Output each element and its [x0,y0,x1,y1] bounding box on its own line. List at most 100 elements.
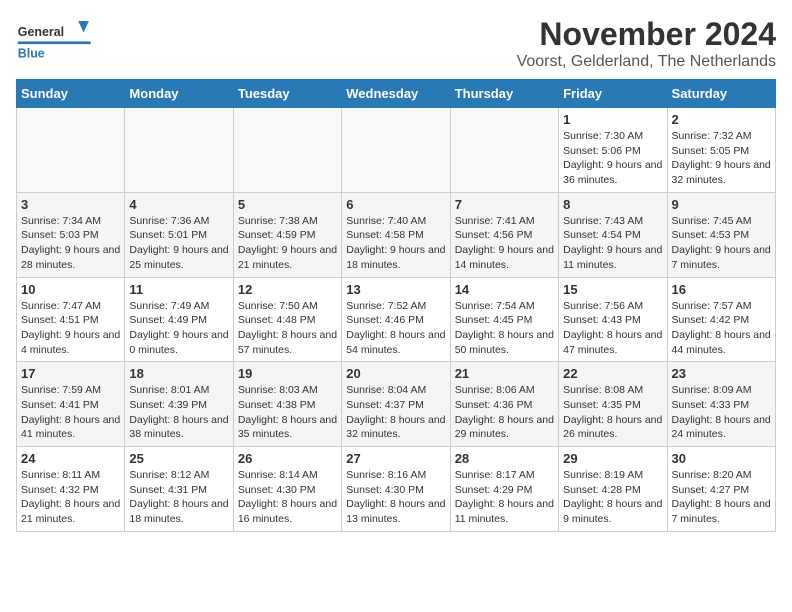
calendar-day-cell: 15Sunrise: 7:56 AM Sunset: 4:43 PM Dayli… [559,277,667,362]
day-number: 11 [129,282,228,297]
calendar-day-cell: 16 Sunrise: 7:57 AM Sunset: 4:42 PM Dayli… [667,277,775,362]
calendar-day-cell: 24Sunrise: 8:11 AM Sunset: 4:32 PM Dayli… [17,447,125,532]
calendar-day-cell: 27 Sunrise: 8:16 AM Sunset: 4:30 PM Dayli… [342,447,450,532]
day-info: Sunrise: 7:32 AM Sunset: 5:05 PM Dayligh… [672,129,771,188]
page-header: General Blue November 2024 Voorst, Gelde… [16,16,776,71]
title-section: November 2024 Voorst, Gelderland, The Ne… [517,16,776,71]
day-info: Sunrise: 7:43 AM Sunset: 4:54 PM Dayligh… [563,214,662,273]
logo: General Blue [16,16,96,66]
calendar-day-header: Monday [125,80,233,108]
day-number: 21 [455,366,554,381]
day-info: Sunrise: 8:01 AM Sunset: 4:39 PM Dayligh… [129,383,228,442]
day-number: 28 [455,451,554,466]
day-info: Sunrise: 8:06 AM Sunset: 4:36 PM Dayligh… [455,383,554,442]
day-info: Sunrise: 7:45 AM Sunset: 4:53 PM Dayligh… [672,214,771,273]
calendar-day-cell: 20 Sunrise: 8:04 AM Sunset: 4:37 PM Dayli… [342,362,450,447]
calendar-day-cell: 13 Sunrise: 7:52 AM Sunset: 4:46 PM Dayli… [342,277,450,362]
calendar-day-header: Wednesday [342,80,450,108]
day-number: 8 [563,197,662,212]
calendar-day-cell: 19 Sunrise: 8:03 AM Sunset: 4:38 PM Dayli… [233,362,341,447]
calendar-day-cell: 11 Sunrise: 7:49 AM Sunset: 4:49 PM Dayli… [125,277,233,362]
page-subtitle: Voorst, Gelderland, The Netherlands [517,53,776,71]
day-info: Sunrise: 7:38 AM Sunset: 4:59 PM Dayligh… [238,214,337,273]
day-number: 22 [563,366,662,381]
day-number: 3 [21,197,120,212]
day-number: 7 [455,197,554,212]
calendar-day-cell: 9 Sunrise: 7:45 AM Sunset: 4:53 PM Daylig… [667,192,775,277]
day-info: Sunrise: 8:14 AM Sunset: 4:30 PM Dayligh… [238,468,337,527]
day-info: Sunrise: 8:03 AM Sunset: 4:38 PM Dayligh… [238,383,337,442]
day-info: Sunrise: 8:04 AM Sunset: 4:37 PM Dayligh… [346,383,445,442]
day-info: Sunrise: 7:57 AM Sunset: 4:42 PM Dayligh… [672,299,771,358]
day-number: 4 [129,197,228,212]
day-number: 6 [346,197,445,212]
calendar-day-cell: 28 Sunrise: 8:17 AM Sunset: 4:29 PM Dayli… [450,447,558,532]
calendar-day-cell [125,108,233,193]
calendar-day-cell: 8 Sunrise: 7:43 AM Sunset: 4:54 PM Daylig… [559,192,667,277]
calendar-week-row: 3 Sunrise: 7:34 AM Sunset: 5:03 PM Daylig… [17,192,776,277]
calendar-day-cell [342,108,450,193]
calendar-day-header: Thursday [450,80,558,108]
calendar-day-cell: 3 Sunrise: 7:34 AM Sunset: 5:03 PM Daylig… [17,192,125,277]
day-number: 23 [672,366,771,381]
calendar-day-cell: 10Sunrise: 7:47 AM Sunset: 4:51 PM Dayli… [17,277,125,362]
day-info: Sunrise: 7:50 AM Sunset: 4:48 PM Dayligh… [238,299,337,358]
calendar-day-cell: 2Sunrise: 7:32 AM Sunset: 5:05 PM Daylig… [667,108,775,193]
calendar-day-header: Tuesday [233,80,341,108]
calendar-day-cell: 22 Sunrise: 8:08 AM Sunset: 4:35 PM Dayli… [559,362,667,447]
day-number: 17 [21,366,120,381]
calendar-week-row: 24Sunrise: 8:11 AM Sunset: 4:32 PM Dayli… [17,447,776,532]
day-number: 9 [672,197,771,212]
day-number: 30 [672,451,771,466]
calendar-header-row: SundayMondayTuesdayWednesdayThursdayFrid… [17,80,776,108]
day-number: 19 [238,366,337,381]
logo-svg: General Blue [16,16,96,66]
day-info: Sunrise: 7:49 AM Sunset: 4:49 PM Dayligh… [129,299,228,358]
day-info: Sunrise: 8:09 AM Sunset: 4:33 PM Dayligh… [672,383,771,442]
day-number: 14 [455,282,554,297]
day-info: Sunrise: 7:30 AM Sunset: 5:06 PM Dayligh… [563,129,662,188]
calendar-week-row: 17Sunrise: 7:59 AM Sunset: 4:41 PM Dayli… [17,362,776,447]
day-number: 10 [21,282,120,297]
svg-text:Blue: Blue [18,46,45,60]
day-number: 5 [238,197,337,212]
svg-text:General: General [18,25,64,39]
day-info: Sunrise: 8:17 AM Sunset: 4:29 PM Dayligh… [455,468,554,527]
calendar-day-cell: 7 Sunrise: 7:41 AM Sunset: 4:56 PM Daylig… [450,192,558,277]
day-number: 12 [238,282,337,297]
day-number: 27 [346,451,445,466]
day-info: Sunrise: 8:16 AM Sunset: 4:30 PM Dayligh… [346,468,445,527]
calendar-day-cell: 5 Sunrise: 7:38 AM Sunset: 4:59 PM Daylig… [233,192,341,277]
calendar-day-header: Saturday [667,80,775,108]
calendar-day-cell: 25Sunrise: 8:12 AM Sunset: 4:31 PM Dayli… [125,447,233,532]
calendar-day-cell: 17Sunrise: 7:59 AM Sunset: 4:41 PM Dayli… [17,362,125,447]
day-number: 13 [346,282,445,297]
day-number: 18 [129,366,228,381]
day-info: Sunrise: 8:19 AM Sunset: 4:28 PM Dayligh… [563,468,662,527]
page-title: November 2024 [517,16,776,53]
day-number: 16 [672,282,771,297]
day-number: 26 [238,451,337,466]
day-number: 1 [563,112,662,127]
day-number: 15 [563,282,662,297]
day-info: Sunrise: 7:40 AM Sunset: 4:58 PM Dayligh… [346,214,445,273]
calendar-day-cell: 21 Sunrise: 8:06 AM Sunset: 4:36 PM Dayli… [450,362,558,447]
day-info: Sunrise: 8:08 AM Sunset: 4:35 PM Dayligh… [563,383,662,442]
calendar-day-cell [450,108,558,193]
day-info: Sunrise: 8:12 AM Sunset: 4:31 PM Dayligh… [129,468,228,527]
calendar-day-header: Friday [559,80,667,108]
day-number: 29 [563,451,662,466]
calendar-day-cell [17,108,125,193]
calendar-day-cell: 1 Sunrise: 7:30 AM Sunset: 5:06 PM Daylig… [559,108,667,193]
day-info: Sunrise: 7:52 AM Sunset: 4:46 PM Dayligh… [346,299,445,358]
day-info: Sunrise: 7:34 AM Sunset: 5:03 PM Dayligh… [21,214,120,273]
calendar-day-cell: 26 Sunrise: 8:14 AM Sunset: 4:30 PM Dayli… [233,447,341,532]
day-number: 24 [21,451,120,466]
calendar-day-header: Sunday [17,80,125,108]
calendar-day-cell [233,108,341,193]
day-number: 20 [346,366,445,381]
calendar-day-cell: 30Sunrise: 8:20 AM Sunset: 4:27 PM Dayli… [667,447,775,532]
day-info: Sunrise: 7:41 AM Sunset: 4:56 PM Dayligh… [455,214,554,273]
calendar-week-row: 1 Sunrise: 7:30 AM Sunset: 5:06 PM Daylig… [17,108,776,193]
calendar-table: SundayMondayTuesdayWednesdayThursdayFrid… [16,79,776,532]
